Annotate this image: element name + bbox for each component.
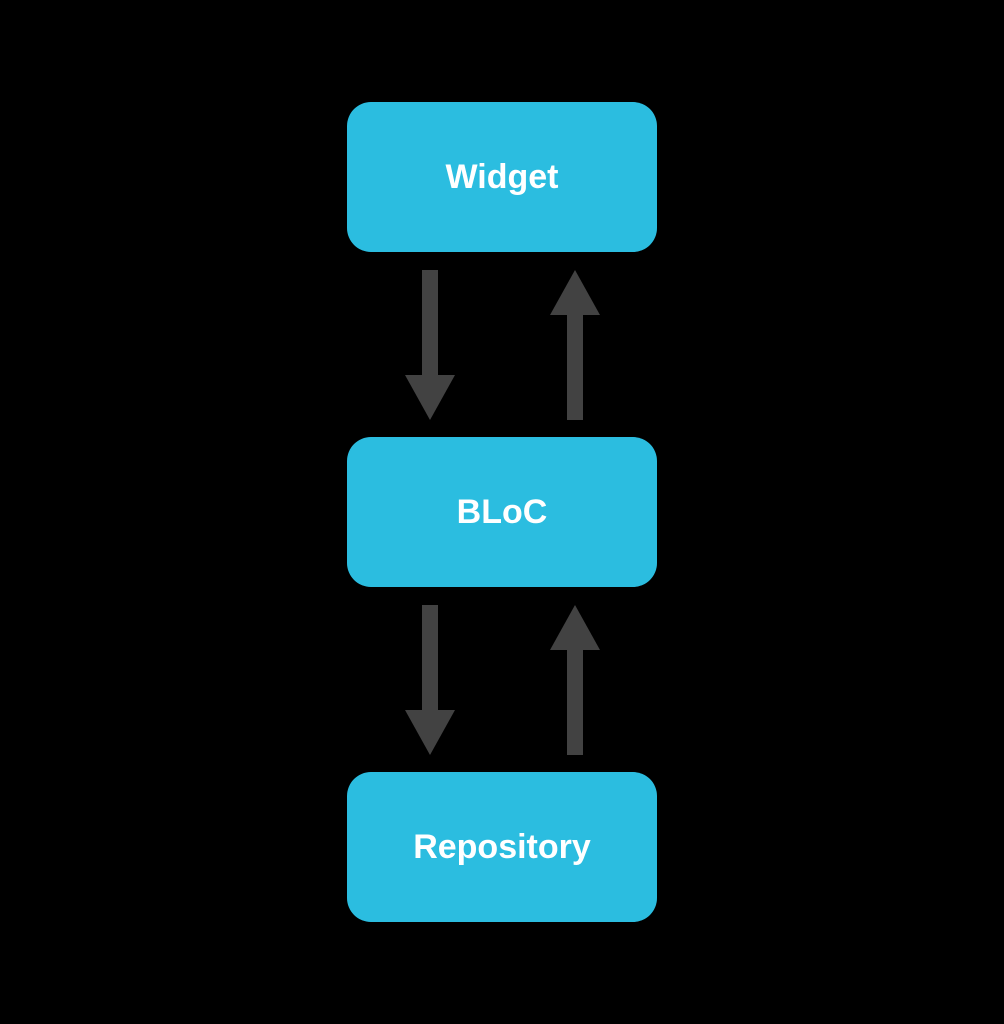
bloc-repository-connector <box>347 587 657 772</box>
arrow-up-icon <box>550 605 600 755</box>
widget-bloc-connector <box>347 252 657 437</box>
arrow-down-icon <box>405 270 455 420</box>
widget-label: Widget <box>445 158 558 197</box>
arrow-down-icon <box>405 605 455 755</box>
widget-node: Widget <box>347 102 657 252</box>
repository-node: Repository <box>347 772 657 922</box>
arrow-up-icon <box>550 270 600 420</box>
repository-label: Repository <box>413 828 591 867</box>
bloc-label: BLoC <box>457 493 548 532</box>
bloc-node: BLoC <box>347 437 657 587</box>
architecture-diagram: Widget BLoC Repository <box>347 102 657 922</box>
